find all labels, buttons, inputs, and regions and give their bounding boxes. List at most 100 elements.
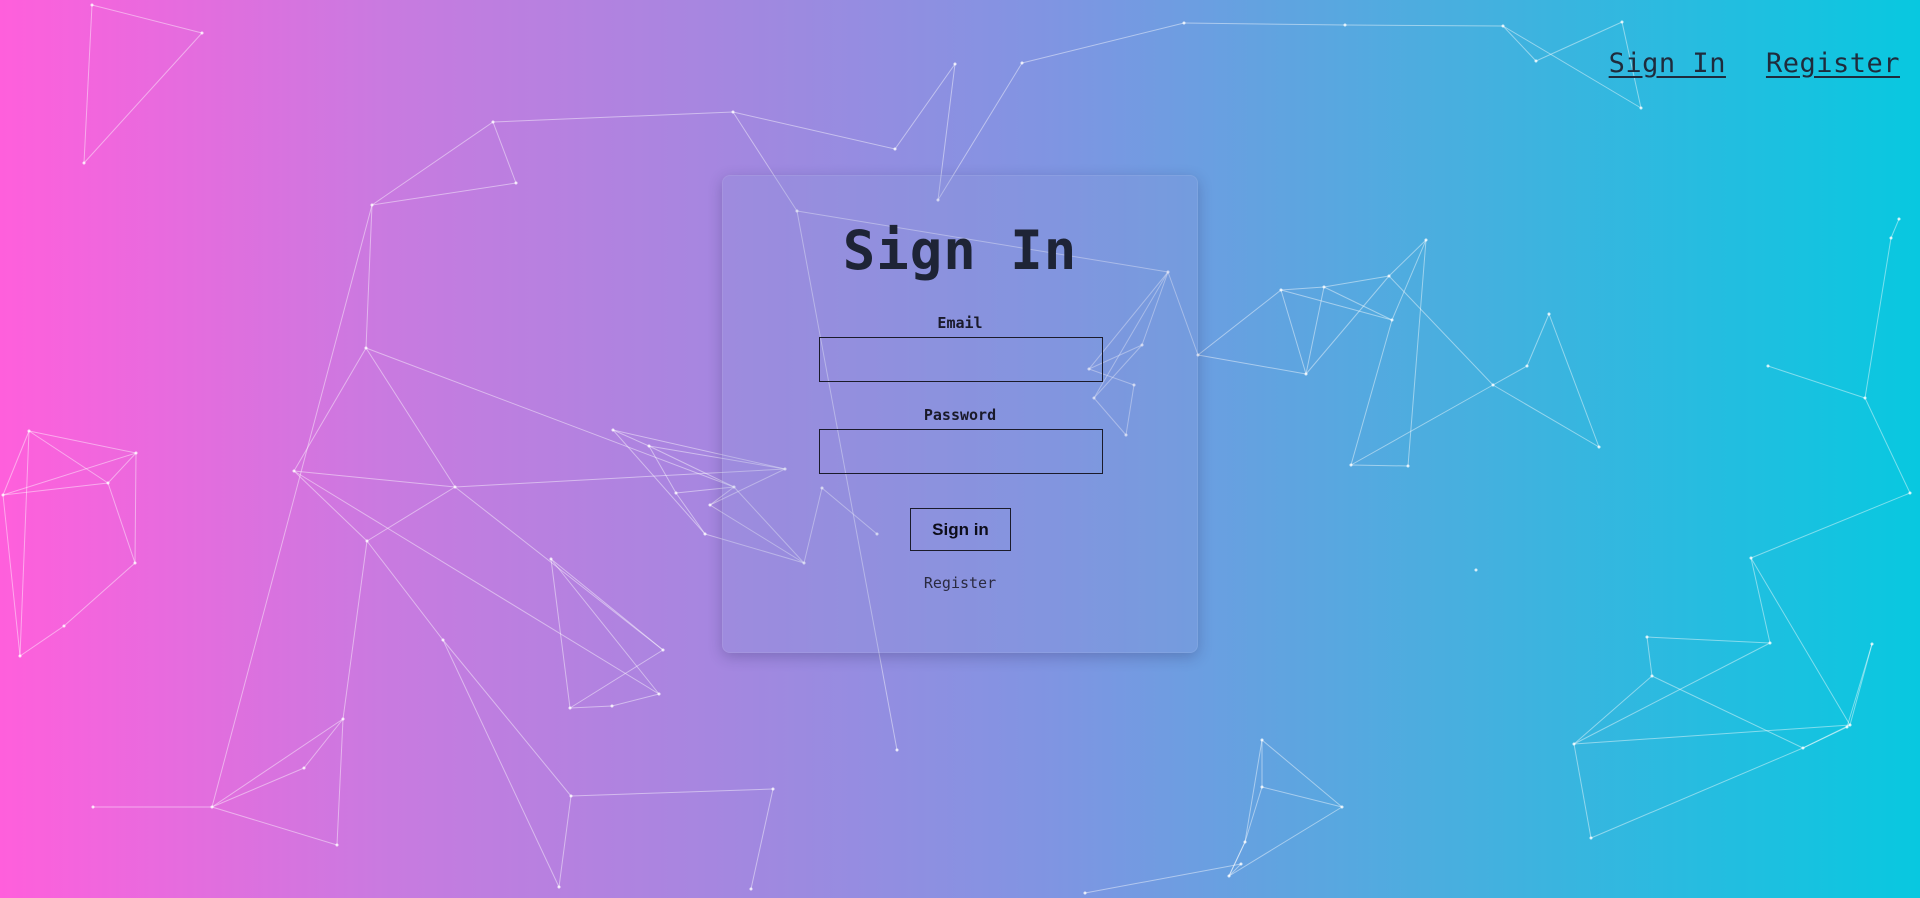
network-node (106, 481, 110, 485)
network-node (1501, 24, 1505, 28)
network-line (342, 540, 368, 720)
network-line (211, 204, 373, 808)
network-node (1908, 491, 1912, 495)
email-field[interactable] (819, 337, 1103, 382)
network-line (1526, 313, 1550, 367)
network-node (1227, 874, 1231, 878)
network-node (1349, 463, 1353, 467)
network-line (1750, 557, 1771, 644)
network-line (1590, 747, 1804, 839)
network-line (371, 182, 517, 206)
network-node (370, 203, 374, 207)
network-line (1407, 239, 1427, 467)
network-line (1084, 863, 1242, 894)
network-line (1197, 289, 1282, 356)
network-line (1802, 726, 1848, 749)
network-node (1390, 318, 1394, 322)
network-node (1083, 891, 1087, 895)
network-node (441, 638, 445, 642)
network-line (1323, 275, 1390, 288)
network-line (550, 558, 571, 709)
network-line (1573, 642, 1771, 745)
network-line (211, 806, 338, 846)
network-line (1750, 557, 1851, 726)
network-line (612, 429, 706, 535)
network-line (1646, 636, 1771, 644)
network-line (492, 121, 517, 184)
network-line (366, 540, 444, 641)
network-line (1492, 365, 1528, 386)
network-node (341, 717, 345, 721)
network-node (1491, 383, 1495, 387)
network-line (371, 121, 494, 206)
network-node (1534, 59, 1538, 63)
network-line (1280, 289, 1307, 375)
network-node (1239, 862, 1243, 866)
network-node (491, 120, 495, 124)
page-title: Sign In (842, 219, 1078, 282)
network-line (1305, 286, 1325, 375)
network-line (365, 347, 456, 488)
network-line (293, 470, 456, 488)
network-line (442, 639, 560, 888)
nav-sign-in-link[interactable]: Sign In (1609, 48, 1726, 79)
network-node (210, 805, 214, 809)
email-label: Email (937, 314, 983, 332)
network-node (1424, 238, 1428, 242)
network-node (1343, 23, 1347, 27)
network-line (611, 693, 660, 707)
network-line (107, 482, 136, 564)
network-line (1183, 22, 1346, 26)
network-node (1279, 288, 1283, 292)
network-node (82, 161, 86, 165)
network-node (569, 794, 573, 798)
network-node (1889, 236, 1893, 240)
network-node (1801, 746, 1805, 750)
network-line (2, 482, 109, 496)
network-node (18, 654, 22, 658)
network-node (133, 561, 137, 565)
password-field[interactable] (819, 429, 1103, 474)
network-line (569, 649, 664, 709)
network-node (62, 624, 66, 628)
network-line (1244, 786, 1263, 843)
network-node (1020, 61, 1024, 65)
network-line (293, 470, 368, 542)
network-line (1280, 286, 1325, 291)
network-line (1280, 289, 1393, 321)
network-line (211, 767, 305, 808)
network-node (1525, 364, 1529, 368)
network-node (91, 805, 95, 809)
network-node (1650, 674, 1654, 678)
network-line (1750, 492, 1911, 559)
network-node (1845, 725, 1849, 729)
network-line (750, 788, 774, 890)
network-line (570, 788, 774, 797)
network-line (2, 494, 21, 657)
network-node (292, 469, 296, 473)
network-node (1260, 738, 1264, 742)
network-node (1340, 805, 1344, 809)
network-node (453, 485, 457, 489)
network-line (1344, 24, 1504, 27)
network-node (1, 493, 5, 497)
network-line (365, 347, 735, 488)
network-node (134, 451, 138, 455)
network-node (1304, 372, 1308, 376)
network-line (558, 795, 572, 888)
network-line (1864, 397, 1911, 494)
sign-in-card: Sign In Email Password Sign in Register (722, 175, 1198, 653)
password-label: Password (923, 406, 997, 424)
register-link[interactable]: Register (723, 574, 1197, 592)
network-node (1897, 217, 1901, 221)
network-node (703, 532, 707, 536)
network-node (895, 748, 899, 752)
sign-in-button[interactable]: Sign in (910, 508, 1011, 551)
network-line (91, 4, 203, 34)
nav-register-link[interactable]: Register (1766, 48, 1900, 79)
network-line (134, 452, 137, 564)
network-node (1243, 840, 1247, 844)
network-node (1597, 445, 1601, 449)
network-line (1244, 739, 1263, 843)
network-line (1388, 239, 1427, 277)
